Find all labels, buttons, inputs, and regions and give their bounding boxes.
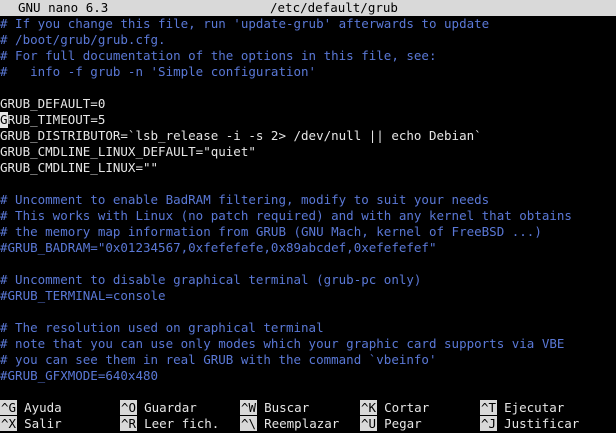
editor-line[interactable]: GRUB_CMDLINE_LINUX_DEFAULT="quiet" bbox=[0, 144, 616, 160]
editor-line[interactable] bbox=[0, 304, 616, 320]
editor-line[interactable]: #GRUB_GFXMODE=640x480 bbox=[0, 368, 616, 384]
editor-line[interactable] bbox=[0, 176, 616, 192]
shortcut-label: Leer fich. bbox=[144, 416, 220, 431]
shortcut-read-file[interactable]: ^R Leer fich. bbox=[120, 416, 219, 432]
shortcut-label: Salir bbox=[24, 416, 62, 431]
shortcut-key: ^\ bbox=[240, 416, 258, 431]
editor-line[interactable]: # Uncomment to enable BadRAM filtering, … bbox=[0, 192, 616, 208]
editor-line[interactable]: # note that you can use only modes which… bbox=[0, 336, 616, 352]
editor-line-cursor[interactable]: GRUB_TIMEOUT=5 bbox=[0, 112, 616, 128]
shortcut-key: ^T bbox=[480, 400, 498, 415]
editor-line[interactable]: # This works with Linux (no patch requir… bbox=[0, 208, 616, 224]
shortcut-label: Pegar bbox=[384, 416, 422, 431]
nano-title-bar: GNU nano 6.3 /etc/default/grub bbox=[0, 0, 616, 16]
shortcut-key: ^R bbox=[120, 416, 138, 431]
shortcut-cut[interactable]: ^K Cortar bbox=[360, 400, 429, 416]
shortcut-help[interactable]: ^G Ayuda bbox=[0, 400, 62, 416]
app-name: GNU nano 6.3 bbox=[18, 0, 109, 15]
editor-line[interactable]: #GRUB_TERMINAL=console bbox=[0, 288, 616, 304]
editor-line[interactable] bbox=[0, 256, 616, 272]
file-path: /etc/default/grub bbox=[270, 0, 398, 15]
shortcut-search[interactable]: ^W Buscar bbox=[240, 400, 309, 416]
shortcut-label: Ayuda bbox=[24, 400, 62, 415]
shortcut-paste[interactable]: ^U Pegar bbox=[360, 416, 422, 432]
editor-line[interactable] bbox=[0, 80, 616, 96]
shortcut-execute[interactable]: ^T Ejecutar bbox=[480, 400, 564, 416]
shortcut-key: ^J bbox=[480, 416, 498, 431]
editor-line[interactable]: # Uncomment to disable graphical termina… bbox=[0, 272, 616, 288]
shortcut-label: Guardar bbox=[144, 400, 197, 415]
shortcut-label: Justificar bbox=[504, 416, 580, 431]
editor-area[interactable]: # If you change this file, run 'update-g… bbox=[0, 16, 616, 384]
shortcut-replace[interactable]: ^\ Reemplazar bbox=[240, 416, 339, 432]
shortcut-key: ^X bbox=[0, 416, 18, 431]
shortcut-justify[interactable]: ^J Justificar bbox=[480, 416, 579, 432]
editor-line[interactable]: #GRUB_BADRAM="0x01234567,0xfefefefe,0x89… bbox=[0, 240, 616, 256]
shortcut-save[interactable]: ^O Guardar bbox=[120, 400, 197, 416]
text-cursor: G bbox=[0, 112, 8, 128]
shortcut-label: Cortar bbox=[384, 400, 430, 415]
shortcut-key: ^K bbox=[360, 400, 378, 415]
shortcut-label: Reemplazar bbox=[264, 416, 340, 431]
editor-line[interactable]: GRUB_DEFAULT=0 bbox=[0, 96, 616, 112]
shortcut-exit[interactable]: ^X Salir bbox=[0, 416, 62, 432]
shortcut-row-1: ^G Ayuda ^O Guardar ^W Buscar ^K Cortar ^T Ej… bbox=[0, 400, 616, 416]
shortcut-bar: ^G Ayuda ^O Guardar ^W Buscar ^K Cortar ^T Ej… bbox=[0, 400, 616, 432]
cursor-line-text: RUB_TIMEOUT=5 bbox=[7, 112, 106, 127]
shortcut-row-2: ^X Salir ^R Leer fich. ^\ Reemplazar ^U Pega… bbox=[0, 416, 616, 432]
editor-line[interactable]: # If you change this file, run 'update-g… bbox=[0, 16, 616, 32]
shortcut-key: ^U bbox=[360, 416, 378, 431]
editor-line[interactable]: GRUB_CMDLINE_LINUX="" bbox=[0, 160, 616, 176]
editor-line[interactable]: # you can see them in real GRUB with the… bbox=[0, 352, 616, 368]
editor-line[interactable]: # The resolution used on graphical termi… bbox=[0, 320, 616, 336]
editor-line[interactable]: GRUB_DISTRIBUTOR=`lsb_release -i -s 2> /… bbox=[0, 128, 616, 144]
shortcut-label: Buscar bbox=[264, 400, 310, 415]
editor-line[interactable]: # /boot/grub/grub.cfg. bbox=[0, 32, 616, 48]
editor-line[interactable]: # For full documentation of the options … bbox=[0, 48, 616, 64]
shortcut-label: Ejecutar bbox=[504, 400, 565, 415]
shortcut-key: ^G bbox=[0, 400, 18, 415]
editor-line[interactable]: # info -f grub -n 'Simple configuration' bbox=[0, 64, 616, 80]
editor-line[interactable]: # the memory map information from GRUB (… bbox=[0, 224, 616, 240]
shortcut-key: ^W bbox=[240, 400, 258, 415]
shortcut-key: ^O bbox=[120, 400, 138, 415]
